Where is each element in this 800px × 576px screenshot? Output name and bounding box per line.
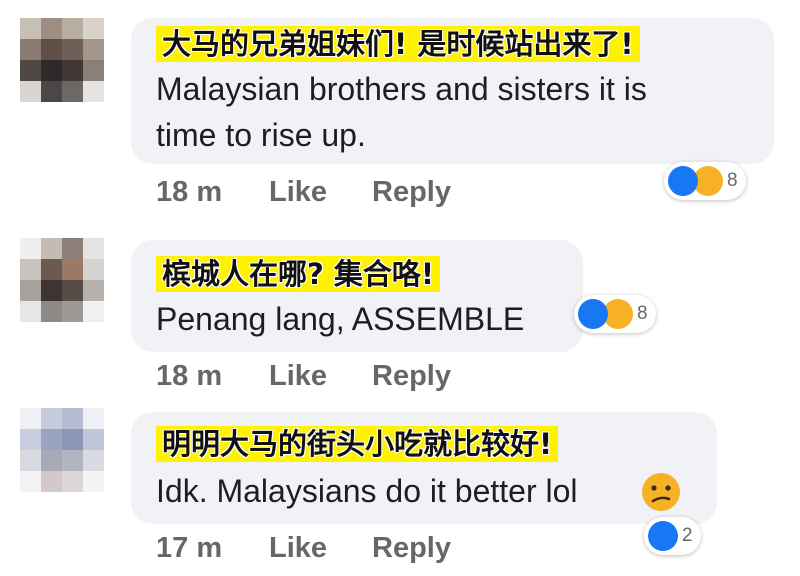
reaction-count: 8 [727,170,738,191]
like-button[interactable]: Like [269,176,372,209]
like-icon [668,166,698,196]
comment-text-line: Malaysian brothers and sisters it is [156,71,647,107]
reaction-count: 2 [682,525,693,546]
reply-button[interactable]: Reply [372,360,451,393]
comment-text-line: time to rise up. [156,117,366,153]
reaction-summary[interactable]: 8 [664,162,746,200]
reply-button[interactable]: Reply [372,176,451,209]
comment-text-line: Penang lang, ASSEMBLE [156,301,525,337]
avatar[interactable] [20,408,104,492]
comment-actions: 18 m Like Reply [156,176,451,209]
confused-face-icon [642,473,680,511]
avatar[interactable] [20,238,104,322]
reply-button[interactable]: Reply [372,532,451,565]
caption-overlay: 槟城人在哪? 集合咯! [156,256,441,292]
comment-bubble: 大马的兄弟姐妹们! 是时候站出来了! Malaysian brothers an… [131,18,774,164]
reaction-summary[interactable]: 2 [644,517,701,555]
timestamp[interactable]: 18 m [156,360,269,393]
like-icon [648,521,678,551]
like-icon [578,299,608,329]
avatar[interactable] [20,18,104,102]
caption-overlay: 大马的兄弟姐妹们! 是时候站出来了! [156,26,640,62]
comment-bubble: 明明大马的街头小吃就比较好! Idk. Malaysians do it bet… [131,412,717,524]
caption-overlay: 明明大马的街头小吃就比较好! [156,426,559,462]
timestamp[interactable]: 17 m [156,532,269,565]
comment-actions: 18 m Like Reply [156,360,451,393]
reaction-count: 8 [637,303,648,324]
reaction-summary[interactable]: 8 [574,295,656,333]
comment-bubble: 槟城人在哪? 集合咯! Penang lang, ASSEMBLE [131,240,583,352]
comment-actions: 17 m Like Reply [156,532,451,565]
comment-text-line: Idk. Malaysians do it better lol [156,473,578,509]
like-button[interactable]: Like [269,532,372,565]
timestamp[interactable]: 18 m [156,176,269,209]
like-button[interactable]: Like [269,360,372,393]
